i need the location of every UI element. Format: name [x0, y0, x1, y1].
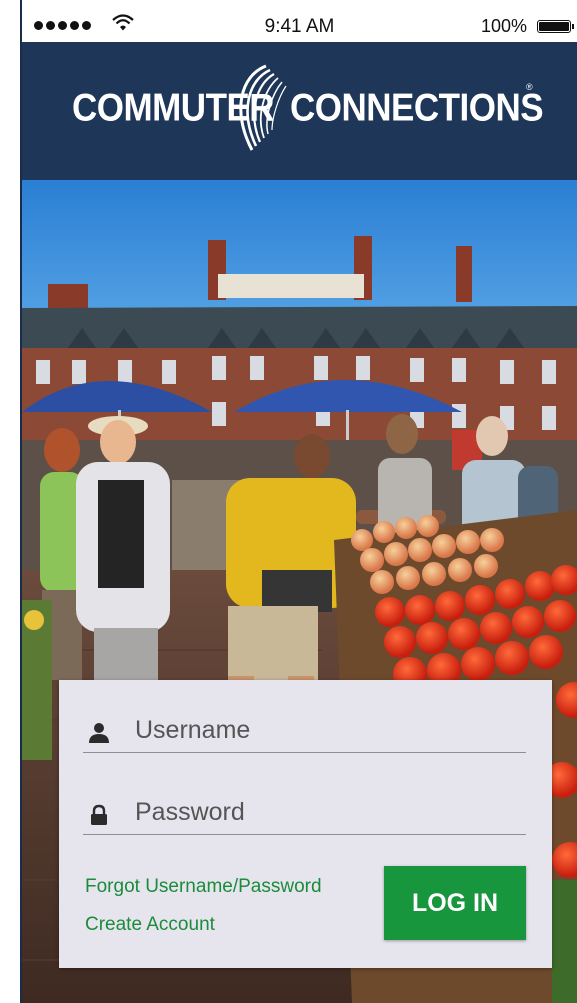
- battery-percentage: 100%: [480, 16, 527, 36]
- create-account-link[interactable]: Create Account: [85, 914, 215, 936]
- password-field: [83, 790, 526, 835]
- logo-swoosh-icon: [239, 64, 287, 151]
- app-logo: COMMUTER CONNECTIONS ®: [72, 64, 544, 152]
- lock-icon: [91, 804, 107, 825]
- login-button[interactable]: LOG IN: [384, 866, 526, 940]
- status-bar: 9:41 AM 100%: [22, 11, 577, 42]
- battery-icon: [537, 20, 574, 33]
- password-input[interactable]: [135, 794, 515, 830]
- user-icon: [89, 723, 109, 743]
- app-header: COMMUTER CONNECTIONS ®: [22, 42, 577, 180]
- username-input[interactable]: [135, 712, 515, 748]
- forgot-credentials-link[interactable]: Forgot Username/Password: [85, 876, 322, 898]
- logo-registered-mark: ®: [526, 82, 533, 92]
- username-field: [83, 708, 526, 753]
- phone-screen: 9:41 AM 100% COMMUTER CONNECTIONS ® User…: [22, 11, 577, 1003]
- logo-text-right: CONNECTIONS: [290, 86, 544, 130]
- login-card: Forgot Username/Password Create Account …: [59, 680, 552, 968]
